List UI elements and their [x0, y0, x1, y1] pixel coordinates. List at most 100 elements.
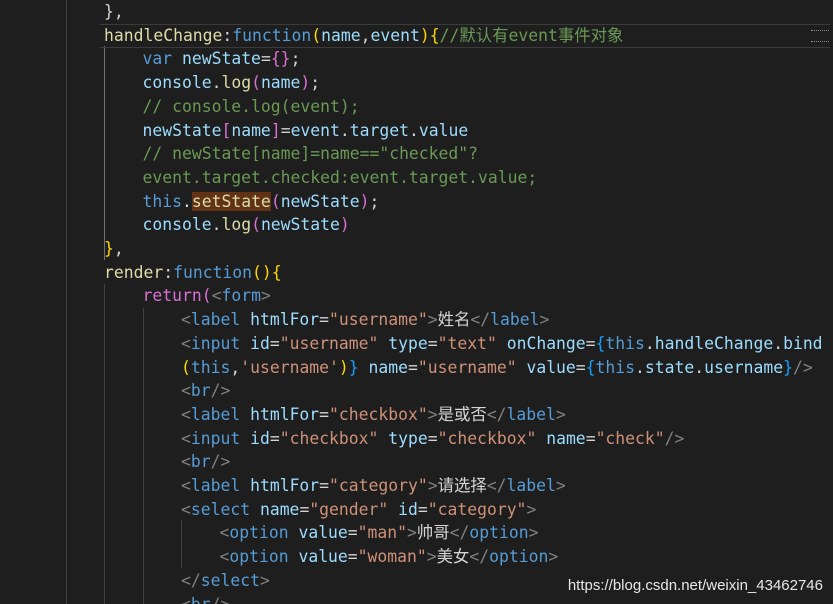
code-line[interactable]: <option value="man">帅哥</option>	[220, 521, 539, 545]
code-token: 美女	[436, 547, 470, 567]
code-token: select	[200, 570, 260, 590]
code-line[interactable]: },	[104, 237, 124, 261]
code-line[interactable]: <br/>	[181, 593, 230, 604]
code-token: />	[210, 594, 231, 604]
code-token: event	[290, 120, 340, 140]
code-token: id	[250, 333, 270, 353]
code-line[interactable]: (this,'username')} name="username" value…	[181, 356, 813, 380]
code-token: >	[548, 547, 559, 567]
code-line[interactable]: <input id="username" type="text" onChang…	[181, 332, 823, 356]
code-token: ]	[270, 120, 281, 140]
code-line[interactable]: </select>	[181, 569, 270, 593]
code-token: <	[181, 476, 191, 495]
code-line[interactable]: console.log(newState)	[143, 213, 350, 237]
code-token: ,	[113, 239, 124, 258]
code-token: newState	[181, 49, 261, 69]
code-token: // newState[name]=name=="checked"?	[142, 144, 479, 164]
code-token: "man"	[357, 523, 408, 543]
code-line[interactable]: },	[104, 0, 124, 24]
indent-guide-active	[104, 46, 105, 260]
code-line[interactable]: event.target.checked:event.target.value;	[143, 166, 538, 190]
code-token: <	[181, 404, 191, 424]
code-line[interactable]: // newState[name]=name=="checked"?	[143, 142, 479, 166]
code-token: =	[575, 357, 586, 377]
code-token: name	[358, 357, 409, 377]
code-token: htmlFor	[250, 404, 320, 424]
code-token: form	[221, 286, 261, 306]
code-token: 是或否	[437, 404, 487, 424]
code-token: 请选择	[437, 476, 487, 495]
code-line[interactable]: newState[name]=event.target.value	[143, 119, 469, 143]
code-line[interactable]: <label htmlFor="username">姓名</label>	[181, 308, 549, 332]
code-token: </	[449, 523, 470, 543]
code-token: event	[370, 25, 420, 45]
code-token: 'username'	[240, 357, 339, 377]
code-line[interactable]: var newState={};	[143, 47, 301, 71]
code-token: <	[211, 286, 222, 306]
code-token: var	[142, 49, 182, 69]
code-token: name	[546, 428, 586, 448]
code-token: <	[219, 547, 230, 567]
code-token: =	[585, 428, 596, 448]
code-token: <	[181, 333, 191, 353]
code-token: />	[210, 381, 231, 401]
code-token: (	[181, 357, 191, 377]
code-token: id	[398, 499, 418, 519]
code-token: bind	[783, 333, 823, 353]
code-token: )	[419, 25, 430, 45]
code-token: onChange	[506, 333, 586, 353]
code-token: this	[190, 357, 231, 377]
code-token: return	[142, 286, 202, 306]
code-token: input	[190, 428, 251, 448]
code-token: .	[773, 333, 784, 353]
code-token: "checkbox"	[437, 428, 547, 448]
code-token: )	[300, 73, 311, 93]
code-token: >	[426, 547, 437, 567]
code-line[interactable]: // console.log(event);	[143, 95, 360, 119]
code-line[interactable]: handleChange:function(name,event){//默认有e…	[104, 24, 623, 48]
code-token: br	[190, 594, 211, 604]
code-token: {}	[270, 49, 291, 69]
code-token: "gender"	[309, 499, 399, 519]
code-line[interactable]: <select name="gender" id="category">	[181, 498, 536, 522]
code-token: console	[142, 215, 212, 235]
code-line[interactable]: <option value="woman">美女</option>	[220, 545, 559, 569]
code-token: "category"	[427, 499, 527, 519]
code-token: >	[259, 570, 270, 590]
code-token: </	[470, 310, 491, 330]
scroll-indicator[interactable]	[811, 30, 829, 42]
code-token: ;	[310, 73, 321, 93]
code-token: this	[142, 191, 182, 211]
code-token: (	[251, 215, 261, 235]
code-token: =	[319, 476, 330, 495]
code-line[interactable]: this.setState(newState);	[142, 190, 379, 214]
code-line[interactable]: return(<form>	[143, 284, 271, 308]
code-token: }	[348, 357, 359, 377]
code-token: >	[260, 286, 271, 306]
code-token: =	[427, 428, 438, 448]
code-editor[interactable]: }, handleChange:function(name,event){//默认…	[0, 0, 833, 604]
code-token: {	[429, 25, 440, 45]
code-line[interactable]: <label htmlFor="category">请选择</label>	[181, 474, 566, 498]
code-token: name	[260, 73, 301, 93]
code-token: >	[526, 499, 537, 519]
code-token: newState	[260, 215, 340, 235]
code-line[interactable]: <br/>	[181, 450, 230, 474]
code-token: label	[190, 404, 251, 424]
code-token: )	[339, 215, 350, 235]
code-token: :	[222, 25, 233, 45]
code-token: label	[490, 310, 540, 330]
code-token: (	[251, 73, 261, 93]
code-line[interactable]: <br/>	[181, 379, 230, 403]
code-line[interactable]: render:function(){	[104, 261, 282, 285]
code-token: >	[555, 404, 566, 424]
code-token: ()	[252, 262, 272, 282]
code-line[interactable]: <input id="checkbox" type="checkbox" nam…	[181, 427, 684, 451]
code-line[interactable]: console.log(name);	[143, 71, 321, 95]
code-token: =	[319, 310, 330, 330]
code-token: :	[163, 262, 174, 282]
code-token: label	[506, 476, 556, 495]
code-line[interactable]: <label htmlFor="checkbox">是或否</label>	[181, 403, 566, 427]
code-token: username	[704, 357, 784, 377]
code-token: label	[190, 476, 251, 495]
